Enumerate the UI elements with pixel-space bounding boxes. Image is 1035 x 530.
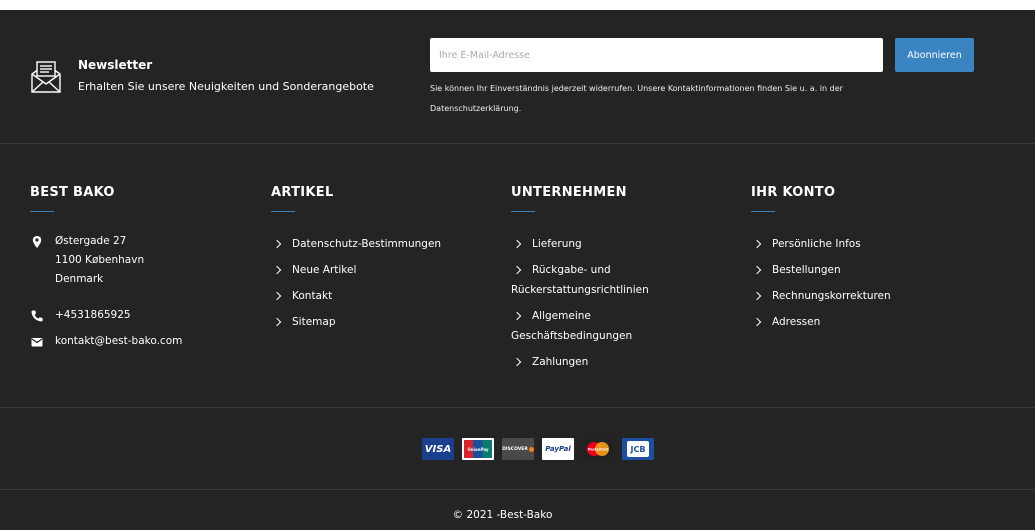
footer-link-addresses[interactable]: Adressen (751, 312, 971, 332)
newsletter-note-line-1: Sie können Ihr Einverständnis jederzeit … (430, 84, 843, 93)
footer-link-terms[interactable]: Allgemeine Geschäftsbedingungen (511, 306, 731, 346)
address-line-2: 1100 København (55, 254, 145, 266)
footer-link-contact[interactable]: Kontakt (271, 286, 491, 306)
mail-icon (31, 338, 43, 347)
chevron-right-icon (272, 239, 282, 248)
unionpay-logo: UnionPay (462, 438, 494, 460)
address-line-1: Østergade 27 (55, 235, 127, 247)
footer-link-privacy[interactable]: Datenschutz-Bestimmungen (271, 234, 491, 254)
footer-link-delivery[interactable]: Lieferung (511, 234, 731, 254)
heading-underline (30, 211, 54, 212)
account-column: IHR KONTO Persönliche Infos Bestellungen… (751, 185, 891, 328)
site-footer: Newsletter Erhalten Sie unsere Neuigkeit… (0, 10, 1035, 530)
articles-heading: ARTIKEL (271, 185, 334, 200)
copyright-text: © 2021 -Best-Bako (452, 509, 553, 521)
articles-column: ARTIKEL Datenschutz-Bestimmungen Neue Ar… (271, 185, 441, 328)
newsletter-note-line-2: Datenschutzerklärung. (430, 103, 522, 113)
newsletter-consent-note: Sie können Ihr Einverständnis jederzeit … (430, 79, 990, 118)
company-info-column: UNTERNEHMEN Lieferung Rückgabe- und Rücke… (511, 185, 649, 368)
heading-underline (751, 211, 775, 212)
chevron-right-icon (272, 317, 282, 326)
svg-text:MasterCard: MasterCard (588, 448, 610, 452)
footer-link-personal-info[interactable]: Persönliche Infos (751, 234, 971, 254)
chevron-right-icon (512, 265, 522, 274)
mastercard-logo: MasterCard (582, 438, 614, 460)
email-address[interactable]: kontakt@best-bako.com (55, 332, 182, 351)
chevron-right-icon (272, 265, 282, 274)
chevron-right-icon (512, 357, 522, 366)
discover-dot (528, 446, 534, 452)
chevron-right-icon (272, 291, 282, 300)
footer-link-new-articles[interactable]: Neue Artikel (271, 260, 491, 280)
newsletter-email-input[interactable] (430, 38, 883, 72)
discover-logo: DISCOVER (502, 438, 534, 460)
jcb-logo: JCB (622, 438, 654, 460)
company-heading: BEST BAKO (30, 185, 115, 200)
newsletter-subtitle: Erhalten Sie unsere Neuigkeiten und Sond… (78, 80, 374, 93)
paypal-logo: PayPal (542, 438, 574, 460)
divider (0, 143, 1035, 144)
footer-link-orders[interactable]: Bestellungen (751, 260, 971, 280)
divider (0, 489, 1035, 490)
chevron-right-icon (752, 265, 762, 274)
business-heading: UNTERNEHMEN (511, 185, 627, 200)
footer-link-sitemap[interactable]: Sitemap (271, 312, 491, 332)
account-heading: IHR KONTO (751, 185, 836, 200)
map-pin-icon (32, 236, 42, 248)
mastercard-circles: MasterCard (587, 442, 610, 456)
address-line-3: Denmark (55, 273, 104, 285)
subscribe-button[interactable]: Abonnieren (895, 38, 974, 72)
newsletter-title: Newsletter (78, 58, 153, 72)
company-column: BEST BAKO Østergade 27 1100 København De… (30, 185, 182, 347)
footer-link-payments[interactable]: Zahlungen (511, 352, 731, 372)
heading-underline (271, 211, 295, 212)
chevron-right-icon (752, 239, 762, 248)
chevron-right-icon (752, 291, 762, 300)
heading-underline (511, 211, 535, 212)
footer-link-returns[interactable]: Rückgabe- und Rückerstattungsrichtlinien (511, 260, 731, 300)
chevron-right-icon (512, 311, 522, 320)
chevron-right-icon (512, 239, 522, 248)
visa-logo: VISA (422, 438, 454, 460)
footer-link-credit-slips[interactable]: Rechnungskorrekturen (751, 286, 971, 306)
divider (0, 407, 1035, 408)
newsletter-envelope-icon (31, 61, 61, 93)
phone-icon (31, 310, 43, 322)
chevron-right-icon (752, 317, 762, 326)
phone-number[interactable]: +4531865925 (55, 306, 131, 325)
